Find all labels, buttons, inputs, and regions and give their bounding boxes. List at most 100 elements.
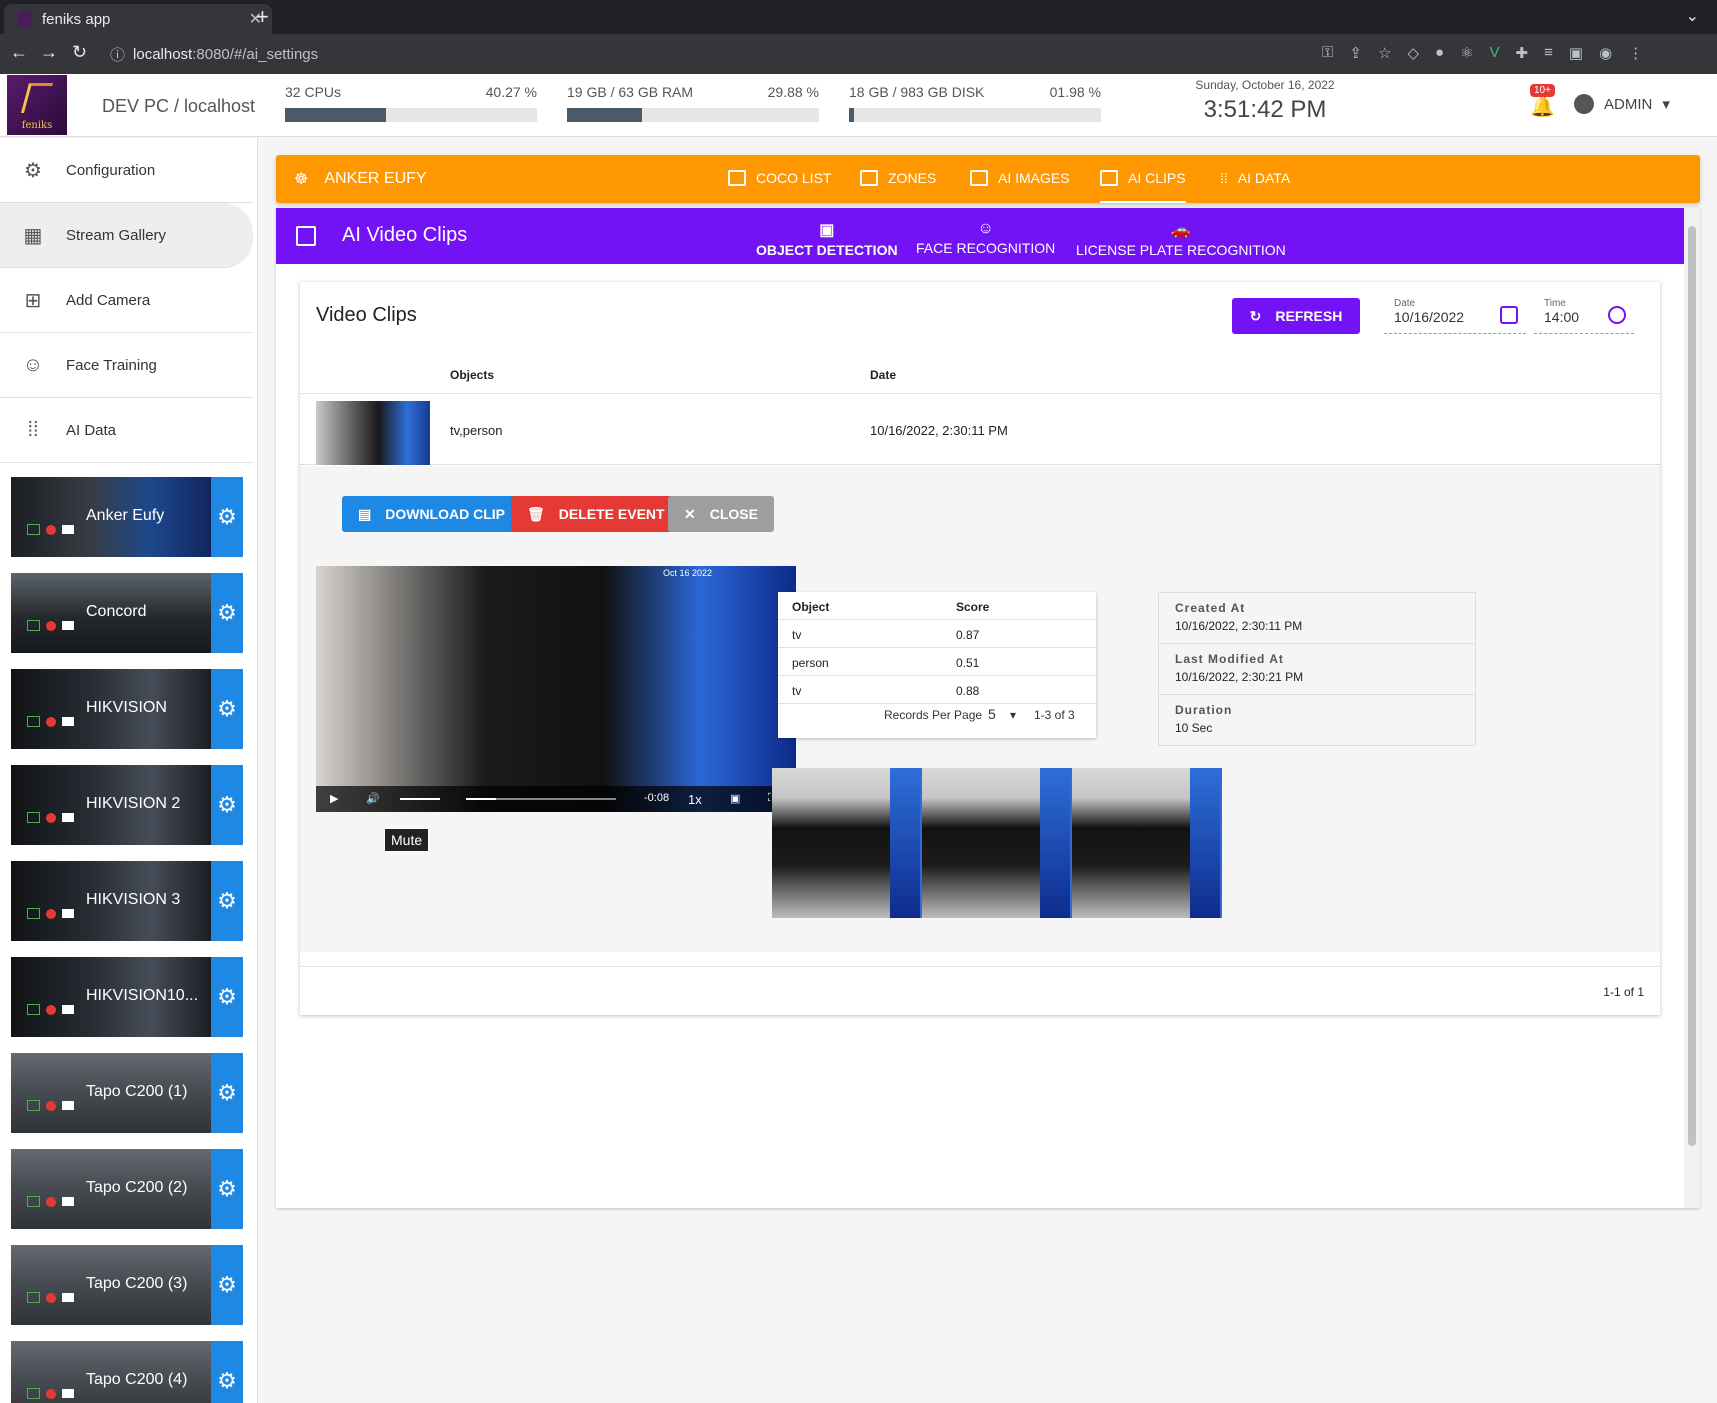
sidebar-item-face-training[interactable]: ☺ Face Training [0, 333, 253, 398]
star-icon[interactable]: ☆ [1378, 44, 1391, 62]
sidebar-item-add-camera[interactable]: ⊞ Add Camera [0, 268, 253, 333]
records-per-page-select[interactable]: 5 [988, 706, 996, 722]
camera-card[interactable]: HIKVISION 2 ⚙ [11, 765, 243, 845]
record-icon[interactable] [46, 524, 56, 535]
camera-thumbnail[interactable]: HIKVISION [11, 669, 211, 749]
camera-settings-gear-icon[interactable]: ⚙ [211, 957, 243, 1037]
camera-settings-gear-icon[interactable]: ⚙ [211, 477, 243, 557]
sidebar-item-stream-gallery[interactable]: ▦ Stream Gallery [0, 203, 253, 268]
menu-icon[interactable]: ⋮ [1628, 44, 1643, 62]
camera-thumbnail[interactable]: HIKVISION 3 [11, 861, 211, 941]
camera-card[interactable]: HIKVISION10... ⚙ [11, 957, 243, 1037]
camera-settings-gear-icon[interactable]: ⚙ [211, 861, 243, 941]
back-icon[interactable]: ← [10, 42, 28, 63]
bell-icon[interactable]: 🔔 [1530, 94, 1555, 119]
media-icon[interactable]: ≡ [1544, 44, 1553, 62]
camera-card[interactable]: HIKVISION ⚙ [11, 669, 243, 749]
column-objects[interactable]: Objects [450, 368, 494, 382]
play-icon[interactable] [27, 1388, 40, 1399]
date-field[interactable]: Date 10/16/2022 [1384, 298, 1526, 334]
vue-icon[interactable]: V [1490, 44, 1500, 62]
record-icon[interactable] [46, 716, 56, 727]
camera-settings-gear-icon[interactable]: ⚙ [211, 1245, 243, 1325]
tab-object-detection[interactable]: ▣ OBJECT DETECTION [756, 220, 898, 258]
clip-thumbnail[interactable] [316, 401, 430, 465]
camera-thumbnail[interactable]: Anker Eufy [11, 477, 211, 557]
app-logo[interactable]: feniks [7, 75, 67, 135]
camera-card[interactable]: Concord ⚙ [11, 573, 243, 653]
camera-settings-gear-icon[interactable]: ⚙ [211, 1341, 243, 1403]
video-player[interactable]: Oct 16 2022 ▶ 🔊 -0:08 1x ▣ ⛶ [316, 566, 796, 812]
play-icon[interactable] [27, 1100, 40, 1111]
play-icon[interactable] [27, 1004, 40, 1015]
scrollbar[interactable] [1684, 208, 1700, 1208]
scrollbar-thumb[interactable] [1688, 226, 1696, 1146]
sidepanel-icon[interactable]: ▣ [1569, 44, 1583, 62]
close-button[interactable]: ✕ CLOSE [668, 496, 774, 532]
refresh-button[interactable]: ↻ REFRESH [1232, 298, 1360, 334]
camera-card[interactable]: Tapo C200 (3) ⚙ [11, 1245, 243, 1325]
camera-thumbnail[interactable]: Concord [11, 573, 211, 653]
extension-icon[interactable]: ● [1435, 44, 1444, 62]
playback-speed[interactable]: 1x [688, 792, 702, 807]
clock-icon[interactable] [1608, 306, 1626, 324]
new-tab-icon[interactable]: + [256, 4, 269, 30]
record-icon[interactable] [46, 908, 56, 919]
tab-license-plate-recognition[interactable]: 🚗 LICENSE PLATE RECOGNITION [1076, 220, 1286, 258]
camera-thumbnail[interactable]: HIKVISION 2 [11, 765, 211, 845]
record-icon[interactable] [46, 1004, 56, 1015]
tab-ai-images[interactable]: AI IMAGES [970, 170, 1070, 186]
tab-coco-list[interactable]: COCO LIST [728, 170, 831, 186]
camera-settings-gear-icon[interactable]: ⚙ [211, 1149, 243, 1229]
camera-settings-gear-icon[interactable]: ⚙ [211, 573, 243, 653]
table-row[interactable]: tv,person 10/16/2022, 2:30:11 PM [300, 395, 1660, 465]
frame-thumbnail[interactable] [922, 768, 1072, 918]
camera-thumbnail[interactable]: Tapo C200 (2) [11, 1149, 211, 1229]
record-icon[interactable] [46, 1292, 56, 1303]
camera-thumbnail[interactable]: HIKVISION10... [11, 957, 211, 1037]
user-menu[interactable]: ADMIN ▾ [1574, 94, 1670, 114]
profile-icon[interactable]: ◉ [1599, 44, 1612, 62]
puzzle-icon[interactable]: ✚ [1516, 44, 1529, 62]
extension-icon[interactable]: ⚛ [1460, 44, 1473, 62]
chevron-down-icon[interactable]: ▾ [1010, 708, 1016, 722]
camera-card[interactable]: Anker Eufy ⚙ [11, 477, 243, 557]
camera-card[interactable]: HIKVISION 3 ⚙ [11, 861, 243, 941]
record-icon[interactable] [46, 812, 56, 823]
calendar-icon[interactable] [1500, 306, 1518, 324]
volume-icon[interactable]: 🔊 [366, 792, 380, 805]
key-icon[interactable]: ⚿ [1322, 44, 1333, 62]
frame-thumbnail[interactable] [772, 768, 922, 918]
tab-ai-clips[interactable]: AI CLIPS [1100, 170, 1186, 203]
tab-ai-data[interactable]: ⁞⁞ AI DATA [1220, 170, 1290, 186]
play-icon[interactable] [27, 716, 40, 727]
record-icon[interactable] [46, 1196, 56, 1207]
tab-search-icon[interactable]: ⌄ [1686, 6, 1699, 26]
tab-face-recognition[interactable]: ☺ FACE RECOGNITION [916, 220, 1055, 256]
play-icon[interactable] [27, 1292, 40, 1303]
site-info-icon[interactable]: ⓘ [110, 44, 125, 65]
camera-settings-gear-icon[interactable]: ⚙ [211, 765, 243, 845]
share-icon[interactable]: ⇪ [1349, 44, 1362, 62]
play-icon[interactable] [27, 1196, 40, 1207]
volume-slider[interactable] [400, 798, 440, 800]
browser-tab[interactable]: feniks app ✕ [4, 4, 272, 34]
camera-card[interactable]: Tapo C200 (1) ⚙ [11, 1053, 243, 1133]
delete-event-button[interactable]: 🗑 DELETE EVENT [511, 496, 681, 532]
play-icon[interactable] [27, 620, 40, 631]
record-icon[interactable] [46, 1388, 56, 1399]
reload-icon[interactable]: ↻ [72, 42, 87, 63]
forward-icon[interactable]: → [40, 42, 58, 63]
extension-icon[interactable]: ◇ [1407, 44, 1419, 62]
sidebar-item-ai-data[interactable]: ⁞⁞ AI Data [0, 398, 253, 463]
frame-thumbnail[interactable] [1072, 768, 1222, 918]
camera-settings-gear-icon[interactable]: ⚙ [211, 1053, 243, 1133]
sidebar-item-configuration[interactable]: ⚙ Configuration [0, 138, 253, 203]
record-icon[interactable] [46, 620, 56, 631]
play-icon[interactable] [27, 812, 40, 823]
record-icon[interactable] [46, 1100, 56, 1111]
seek-slider[interactable] [466, 798, 616, 800]
tab-zones[interactable]: ZONES [860, 170, 936, 186]
column-date[interactable]: Date [870, 368, 896, 382]
play-icon[interactable] [27, 908, 40, 919]
